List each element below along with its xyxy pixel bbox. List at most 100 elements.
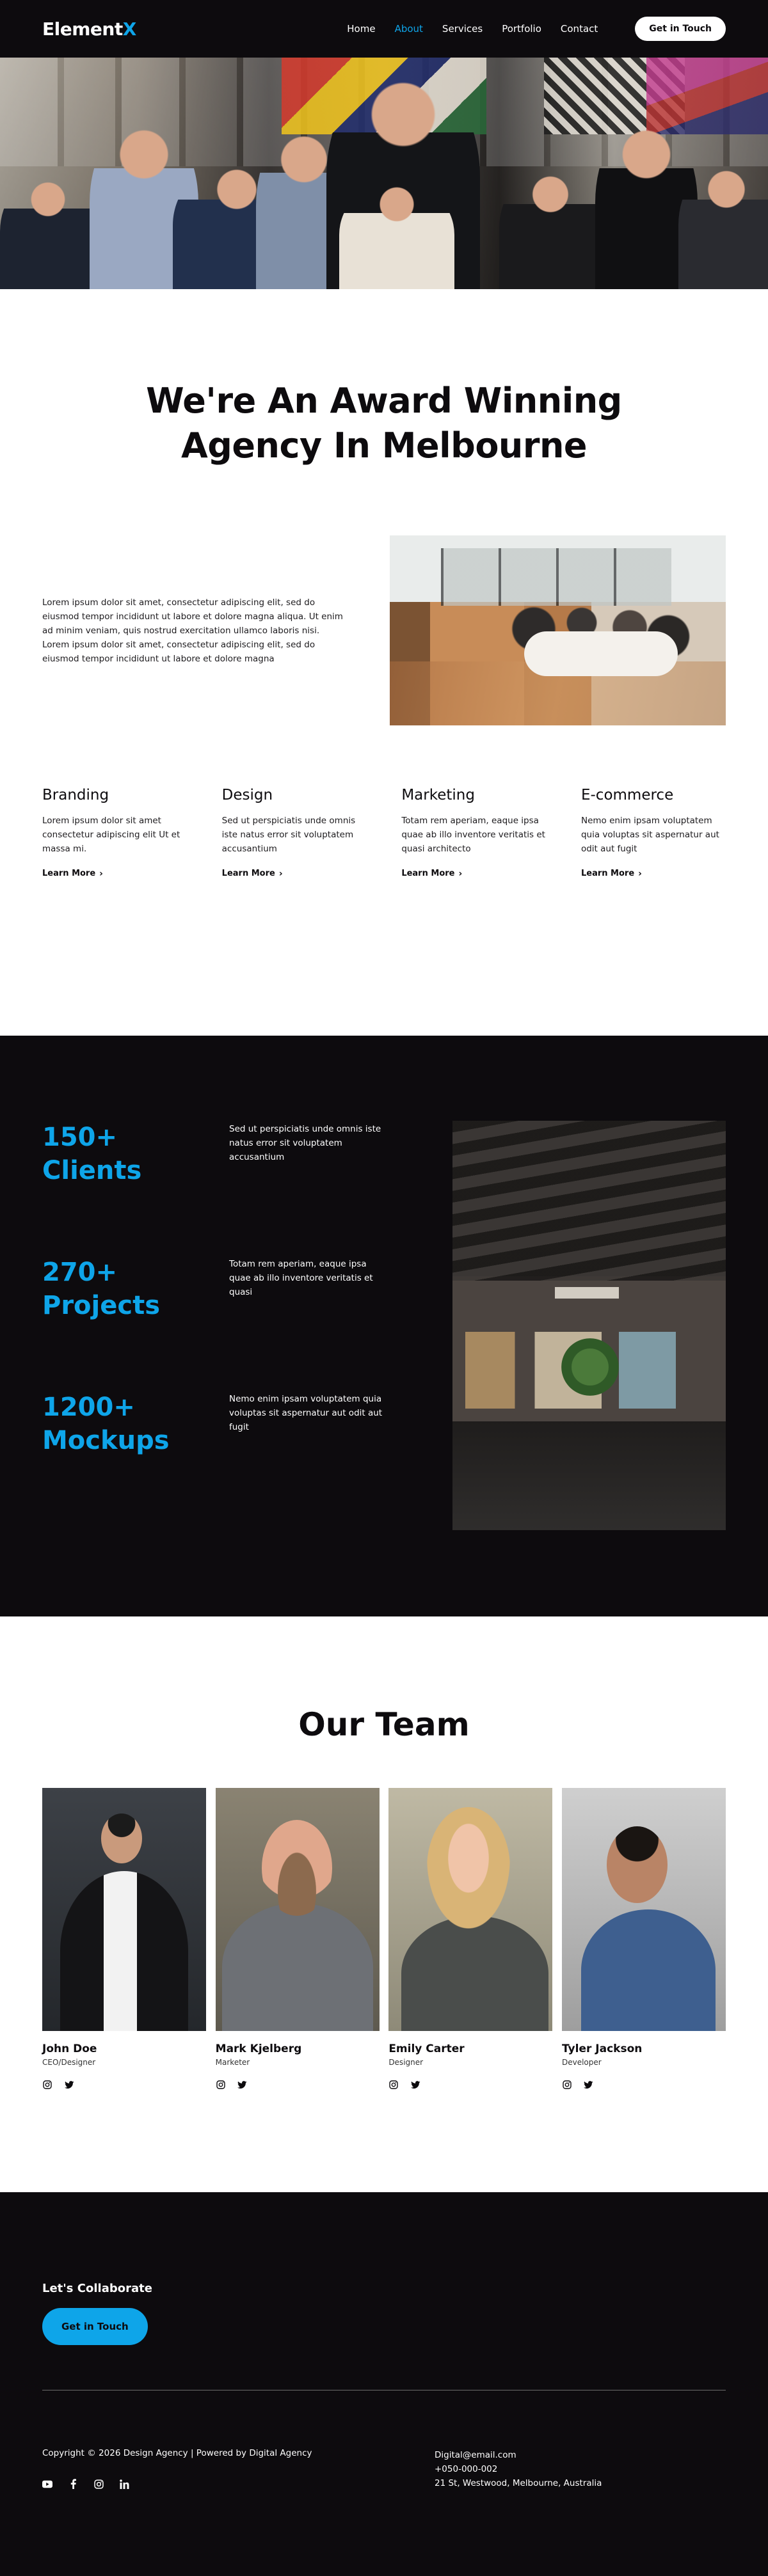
stat-item: 270+ Projects Totam rem aperiam, eaque i… bbox=[42, 1256, 401, 1391]
team-member: John Doe CEO/Designer bbox=[42, 1788, 206, 2090]
title-line-2: Agency In Melbourne bbox=[180, 425, 588, 466]
hero-person bbox=[0, 174, 96, 289]
photo-head bbox=[606, 1826, 668, 1903]
learn-more-label: Learn More bbox=[221, 869, 275, 878]
team-member: Emily Carter Designer bbox=[388, 1788, 553, 2090]
member-name: John Doe bbox=[42, 2043, 97, 2055]
learn-more-link[interactable]: Learn More › bbox=[581, 869, 642, 879]
linkedin-icon[interactable] bbox=[119, 2479, 129, 2489]
learn-more-link[interactable]: Learn More › bbox=[42, 869, 103, 879]
nav-contact[interactable]: Contact bbox=[561, 23, 598, 35]
hero-image bbox=[0, 58, 768, 289]
team-member: Mark Kjelberg Marketer bbox=[215, 1788, 380, 2090]
twitter-icon[interactable] bbox=[64, 2080, 74, 2090]
hero-person bbox=[339, 180, 454, 289]
contact-phone[interactable]: +050-000-002 bbox=[435, 2462, 726, 2476]
team-members: John Doe CEO/Designer Mark Kjelberg Mark… bbox=[42, 1788, 726, 2090]
service-design: Design Sed ut perspiciatis unde omnis is… bbox=[222, 787, 367, 1036]
footer-social bbox=[42, 2479, 312, 2489]
learn-more-label: Learn More bbox=[401, 869, 455, 878]
member-name: Emily Carter bbox=[388, 2043, 465, 2055]
instagram-icon[interactable] bbox=[388, 2080, 399, 2090]
photo-head bbox=[261, 1820, 332, 1916]
intro-row: Lorem ipsum dolor sit amet, consectetur … bbox=[42, 535, 726, 725]
hero-person bbox=[499, 168, 602, 289]
nav-services[interactable]: Services bbox=[442, 23, 483, 35]
instagram-icon[interactable] bbox=[216, 2080, 226, 2090]
chevron-right-icon: › bbox=[99, 868, 103, 879]
service-text: Sed ut perspiciatis unde omnis iste natu… bbox=[221, 816, 356, 854]
twitter-icon[interactable] bbox=[584, 2080, 594, 2090]
member-name: Tyler Jackson bbox=[561, 2043, 643, 2055]
contact-info: Digital@email.com +050-000-002 21 St, We… bbox=[435, 2448, 726, 2490]
facebook-icon[interactable] bbox=[68, 2479, 78, 2489]
member-social bbox=[388, 2080, 552, 2090]
stat-label: Clients bbox=[42, 1156, 142, 1185]
service-branding: Branding Lorem ipsum dolor sit amet cons… bbox=[42, 787, 187, 1036]
twitter-icon[interactable] bbox=[410, 2080, 420, 2090]
learn-more-link[interactable]: Learn More › bbox=[401, 869, 462, 879]
contact-email[interactable]: Digital@email.com bbox=[435, 2448, 726, 2462]
intro-paragraph: Lorem ipsum dolor sit amet, consectetur … bbox=[42, 597, 343, 664]
youtube-icon[interactable] bbox=[42, 2479, 52, 2489]
contact-address: 21 St, Westwood, Melbourne, Australia bbox=[435, 2478, 602, 2488]
stat-label: Projects bbox=[42, 1291, 161, 1320]
stat-description: Nemo enim ipsam voluptatem quia voluptas… bbox=[229, 1394, 383, 1432]
photo-body bbox=[580, 1909, 716, 2031]
nav-home[interactable]: Home bbox=[347, 23, 375, 35]
get-in-touch-button[interactable]: Get in Touch bbox=[635, 17, 726, 41]
service-text: Totam rem aperiam, eaque ipsa quae ab il… bbox=[401, 816, 545, 854]
service-title: Marketing bbox=[401, 787, 475, 803]
twitter-icon[interactable] bbox=[237, 2080, 248, 2090]
main-nav: Home About Services Portfolio Contact Ge… bbox=[347, 17, 726, 41]
stat-number: 150+ Clients bbox=[42, 1121, 229, 1256]
logo[interactable]: ElementX bbox=[42, 19, 136, 40]
footer-heading: Let's Collaborate bbox=[42, 2282, 152, 2295]
instagram-icon[interactable] bbox=[93, 2479, 104, 2489]
copyright-text: Copyright © 2026 Design Agency | Powered… bbox=[42, 2448, 312, 2458]
service-text: Lorem ipsum dolor sit amet consectetur a… bbox=[42, 816, 180, 854]
nav-about[interactable]: About bbox=[395, 23, 423, 35]
photo-body bbox=[401, 1916, 549, 2031]
title-line-1: We're An Award Winning bbox=[146, 381, 622, 421]
service-title: Design bbox=[221, 787, 273, 803]
photo-plant bbox=[561, 1338, 619, 1396]
footer-get-in-touch-button[interactable]: Get in Touch bbox=[42, 2308, 148, 2345]
learn-more-label: Learn More bbox=[42, 869, 96, 878]
stat-item: 150+ Clients Sed ut perspiciatis unde om… bbox=[42, 1121, 401, 1256]
photo-head bbox=[101, 1813, 142, 1863]
member-photo bbox=[42, 1788, 206, 2031]
learn-more-link[interactable]: Learn More › bbox=[222, 869, 283, 879]
chevron-right-icon: › bbox=[638, 868, 642, 879]
photo-light bbox=[555, 1287, 619, 1299]
member-photo bbox=[561, 1788, 726, 2031]
instagram-icon[interactable] bbox=[42, 2080, 52, 2090]
learn-more-label: Learn More bbox=[580, 869, 635, 878]
photo-body bbox=[221, 1903, 373, 2031]
logo-text: Element bbox=[42, 18, 123, 40]
photo-body bbox=[60, 1871, 188, 2031]
member-role: Marketer bbox=[215, 2058, 250, 2067]
site-header: ElementX Home About Services Portfolio C… bbox=[0, 0, 768, 58]
member-social bbox=[562, 2080, 726, 2090]
stat-value: 1200+ bbox=[42, 1393, 135, 1422]
instagram-icon[interactable] bbox=[562, 2080, 572, 2090]
intro-section: We're An Award Winning Agency In Melbour… bbox=[0, 289, 768, 725]
service-marketing: Marketing Totam rem aperiam, eaque ipsa … bbox=[401, 787, 546, 1036]
service-text: Nemo enim ipsam voluptatem quia voluptas… bbox=[580, 816, 719, 854]
service-title: Branding bbox=[42, 787, 109, 803]
logo-accent: X bbox=[122, 18, 137, 40]
stats-list: 150+ Clients Sed ut perspiciatis unde om… bbox=[42, 1121, 401, 1526]
workspace-photo bbox=[452, 1121, 726, 1530]
service-ecommerce: E-commerce Nemo enim ipsam voluptatem qu… bbox=[581, 787, 726, 1036]
photo-desk bbox=[452, 1421, 726, 1530]
services-section: Branding Lorem ipsum dolor sit amet cons… bbox=[0, 725, 768, 1036]
nav-portfolio[interactable]: Portfolio bbox=[502, 23, 541, 35]
photo-head bbox=[427, 1807, 511, 1929]
footer-bottom: Copyright © 2026 Design Agency | Powered… bbox=[42, 2448, 726, 2490]
office-photo bbox=[390, 535, 726, 725]
stat-value: 150+ bbox=[42, 1123, 118, 1152]
member-role: Developer bbox=[561, 2058, 602, 2067]
stat-description: Totam rem aperiam, eaque ipsa quae ab il… bbox=[229, 1259, 373, 1297]
stat-description: Sed ut perspiciatis unde omnis iste natu… bbox=[229, 1124, 381, 1162]
